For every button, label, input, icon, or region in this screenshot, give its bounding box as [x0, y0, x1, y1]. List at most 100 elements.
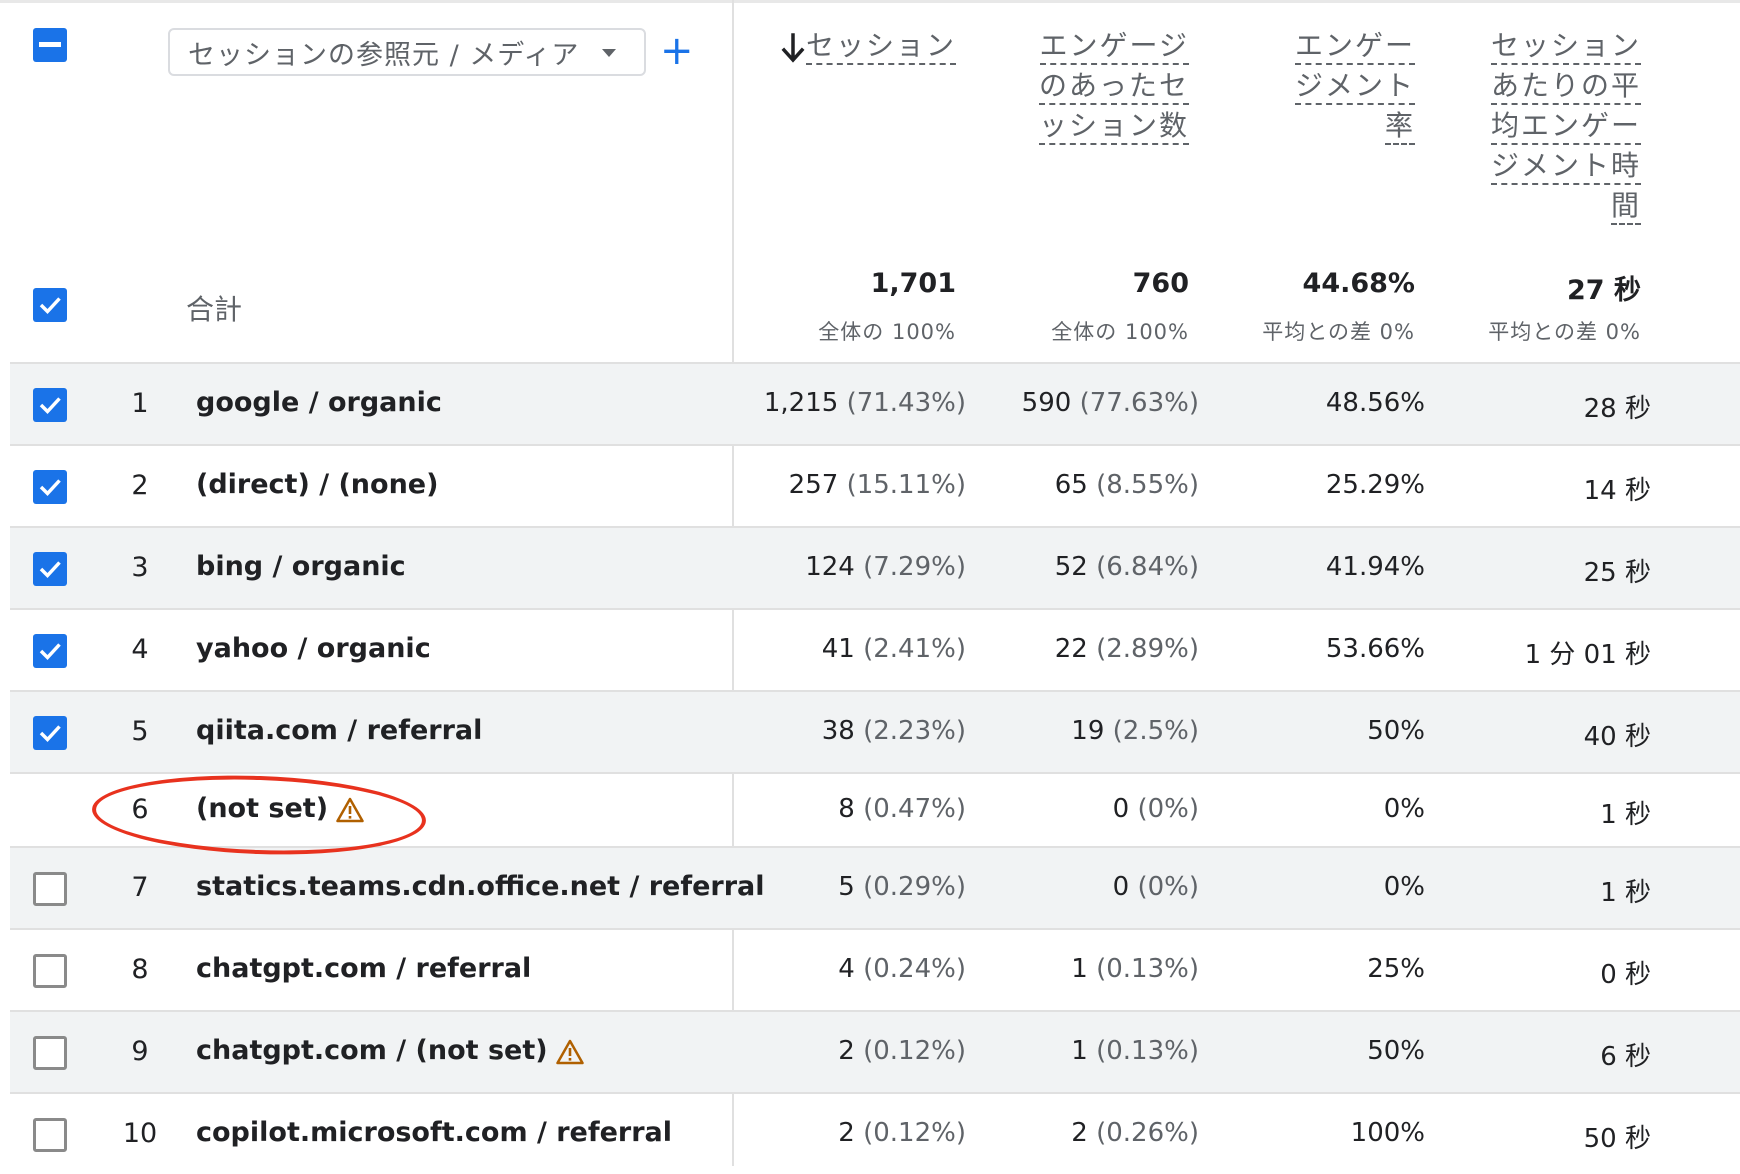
metric-cell-1: 4 (0.24%)	[838, 954, 966, 984]
metric-value: 257	[788, 470, 839, 500]
row-checkbox[interactable]	[33, 1036, 67, 1070]
total-value: 1,701	[870, 268, 956, 299]
row-checkbox[interactable]	[33, 634, 67, 668]
metric-value: 6 秒	[1600, 1042, 1651, 1072]
metric-value: 0%	[1383, 872, 1425, 902]
metric-cell-1: 2 (0.12%)	[838, 1118, 966, 1148]
table-row[interactable]: 10 copilot.microsoft.com / referral 2 (0.1…	[10, 1092, 1740, 1174]
column-header-line: 率	[1384, 109, 1415, 145]
checkmark-icon	[39, 643, 61, 661]
row-checkbox[interactable]	[33, 552, 67, 586]
metric-percent: (77.63%)	[1079, 388, 1199, 418]
metric-percent: (2.5%)	[1112, 716, 1199, 746]
metric-percent: (0.24%)	[863, 954, 966, 984]
row-checkbox[interactable]	[33, 954, 67, 988]
metric-value: 1	[1071, 1036, 1088, 1066]
metric-value: 65	[1054, 470, 1088, 500]
metric-cell-3: 50%	[1367, 1036, 1425, 1066]
metric-value: 25.29%	[1325, 470, 1425, 500]
row-number: 9	[131, 1036, 149, 1067]
column-header-3[interactable]: エンゲージメント率	[1294, 26, 1415, 146]
column-header-4[interactable]: セッション あたりの平 均エンゲー ジメント時間	[1490, 26, 1641, 226]
metric-value: 2	[838, 1118, 855, 1148]
metric-percent: (0.12%)	[863, 1118, 966, 1148]
row-dimension-label: bing / organic	[196, 551, 406, 582]
metric-value: 14 秒	[1583, 476, 1651, 506]
metric-cell-4: 1 秒	[1600, 794, 1651, 831]
metric-percent: (0.13%)	[1096, 954, 1199, 984]
row-checkbox[interactable]	[33, 872, 67, 906]
checkmark-icon	[39, 561, 61, 579]
metric-value: 25%	[1367, 954, 1425, 984]
column-header-line: 均エンゲー	[1490, 109, 1641, 145]
table-row[interactable]: 2 (direct) / (none) 257 (15.11%) 65 (8.55%)…	[10, 444, 1740, 526]
metric-value: 1	[1071, 954, 1088, 984]
metric-cell-1: 1,215 (71.43%)	[764, 388, 966, 418]
column-header-line: セッション	[805, 29, 956, 65]
row-dimension-label: qiita.com / referral	[196, 715, 483, 746]
metric-percent: (0.29%)	[863, 872, 966, 902]
metric-percent: (0.12%)	[863, 1036, 966, 1066]
add-dimension-button[interactable]: +	[660, 28, 694, 74]
row-dimension: google / organic	[196, 387, 442, 418]
table-row[interactable]: 1 google / organic 1,215 (71.43%) 590 (77.6…	[10, 362, 1740, 444]
column-header-line: エンゲージ	[1039, 29, 1189, 65]
row-checkbox[interactable]	[33, 388, 67, 422]
total-subtext: 全体の 100%	[1051, 320, 1189, 344]
metric-value: 40 秒	[1583, 722, 1651, 752]
metric-value: 1 秒	[1600, 800, 1651, 830]
row-dimension: yahoo / organic	[196, 633, 431, 664]
table-row[interactable]: 4 yahoo / organic 41 (2.41%) 22 (2.89%) 53.6…	[10, 608, 1740, 690]
metric-percent: (71.43%)	[846, 388, 966, 418]
totals-checkbox[interactable]	[33, 288, 67, 322]
dimension-select-label: セッションの参照元 / メディア	[188, 39, 580, 71]
metric-cell-3: 48.56%	[1326, 388, 1425, 418]
metric-value: 4	[838, 954, 855, 984]
metric-value: 50 秒	[1583, 1124, 1651, 1154]
metric-cell-3: 53.66%	[1326, 634, 1425, 664]
total-value: 27 秒	[1567, 275, 1641, 306]
sort-down-arrow-icon[interactable]	[780, 32, 806, 64]
metric-cell-2: 22 (2.89%)	[1055, 634, 1199, 664]
metric-value: 0%	[1383, 794, 1425, 824]
row-checkbox[interactable]	[33, 470, 67, 504]
metric-value: 2	[1071, 1118, 1088, 1148]
metric-value: 1,215	[763, 388, 839, 418]
column-header-line: エンゲー	[1294, 29, 1415, 65]
table-row[interactable]: 5 qiita.com / referral 38 (2.23%) 19 (2.5%)…	[10, 690, 1740, 772]
metric-value: 124	[805, 552, 855, 582]
table-row[interactable]: 3 bing / organic 124 (7.29%) 52 (6.84%) 41.9…	[10, 526, 1740, 608]
row-number: 8	[131, 954, 149, 985]
row-dimension: chatgpt.com / (not set)	[196, 1035, 584, 1066]
checkmark-icon	[39, 297, 61, 315]
row-checkbox[interactable]	[33, 716, 67, 750]
column-header-1[interactable]: セッション	[805, 26, 956, 66]
row-checkbox[interactable]	[33, 1118, 67, 1152]
metric-value: 52	[1054, 552, 1088, 582]
table-row[interactable]: 7 statics.teams.cdn.office.net / referral…	[10, 846, 1740, 928]
minus-icon	[39, 42, 61, 47]
metric-cell-4: 40 秒	[1584, 716, 1651, 753]
metric-percent: (15.11%)	[846, 470, 966, 500]
table-row[interactable]: 9 chatgpt.com / (not set) 2 (0.12%) 1 (0.13…	[10, 1010, 1740, 1092]
metric-cell-2: 0 (0%)	[1113, 872, 1199, 902]
dimension-select[interactable]: セッションの参照元 / メディア	[168, 28, 646, 76]
row-dimension-label: yahoo / organic	[196, 633, 431, 664]
metric-value: 41	[821, 634, 855, 664]
metric-cell-2: 590 (77.63%)	[1022, 388, 1199, 418]
column-header-line: セッション	[1490, 29, 1641, 65]
row-dimension-label: (direct) / (none)	[196, 469, 439, 500]
metric-percent: (0%)	[1137, 794, 1199, 824]
metric-percent: (2.41%)	[863, 634, 966, 664]
total-subtext: 全体の 100%	[818, 320, 956, 344]
warning-icon[interactable]	[555, 1039, 584, 1065]
row-dimension: copilot.microsoft.com / referral	[196, 1117, 672, 1148]
row-number: 5	[131, 716, 149, 747]
metric-cell-4: 1 分 01 秒	[1525, 634, 1651, 671]
column-header-line: ジメント	[1294, 69, 1415, 105]
column-header-2[interactable]: エンゲージ のあったセ ッション数	[1038, 26, 1189, 146]
select-all-checkbox[interactable]	[33, 28, 67, 62]
row-number: 2	[131, 470, 149, 501]
metric-value: 38	[821, 716, 855, 746]
table-row[interactable]: 8 chatgpt.com / referral 4 (0.24%) 1 (0.13%…	[10, 928, 1740, 1010]
